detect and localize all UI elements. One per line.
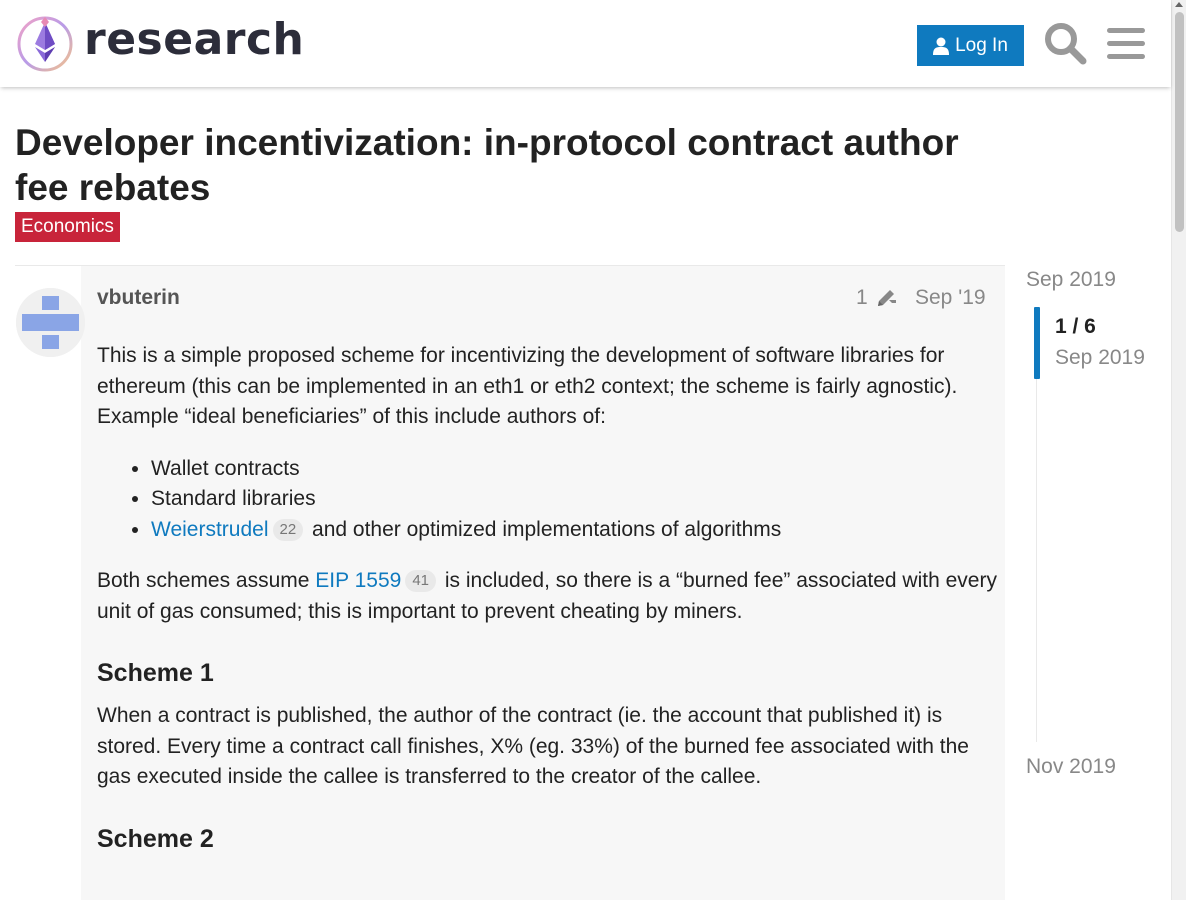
edit-count: 1 xyxy=(856,286,868,309)
topic-title[interactable]: Developer incentivization: in-protocol c… xyxy=(15,120,1005,210)
user-icon xyxy=(933,37,950,55)
page-scrollbar[interactable] xyxy=(1171,0,1186,900)
ethereum-research-logo-icon xyxy=(17,16,73,72)
post-date[interactable]: Sep '19 xyxy=(915,286,986,310)
category-badge[interactable]: Economics xyxy=(15,212,120,242)
weierstrudel-link[interactable]: Weierstrudel xyxy=(151,518,269,541)
link-click-count-badge: 22 xyxy=(272,518,304,541)
post-intro-paragraph: This is a simple proposed scheme for inc… xyxy=(97,344,958,428)
site-header: research Log In xyxy=(0,0,1171,87)
logo-text: research xyxy=(84,14,305,65)
avatar[interactable] xyxy=(16,288,85,357)
pencil-icon xyxy=(877,290,896,306)
paragraph-text: Both schemes assume xyxy=(97,569,310,592)
list-item-text: Wallet contracts xyxy=(151,456,300,480)
beneficiaries-list: Wallet contracts Standard libraries Weie… xyxy=(151,454,997,546)
site-logo[interactable]: research xyxy=(16,14,304,72)
search-button[interactable] xyxy=(1043,21,1087,65)
scroll-up-arrow-icon[interactable] xyxy=(1175,2,1183,7)
timeline-start-date[interactable]: Sep 2019 xyxy=(1026,268,1116,292)
scheme-2-heading: Scheme 2 xyxy=(97,824,214,853)
assumption-paragraph: Both schemes assume EIP 1559 41 is includ… xyxy=(97,566,997,627)
list-item: Weierstrudel22 and other optimized imple… xyxy=(151,515,997,546)
edit-history-button[interactable]: 1 xyxy=(856,286,897,310)
list-item-text: and other optimized implementations of a… xyxy=(312,517,782,541)
scrollbar-thumb[interactable] xyxy=(1175,12,1184,232)
timeline-handle[interactable] xyxy=(1034,307,1040,379)
eip-1559-link[interactable]: EIP 1559 xyxy=(315,569,401,592)
post-username[interactable]: vbuterin xyxy=(97,286,180,310)
list-item-text: Standard libraries xyxy=(151,487,316,510)
link-click-count-badge: 41 xyxy=(405,570,436,592)
menu-button[interactable] xyxy=(1106,24,1146,64)
list-item: Standard libraries xyxy=(151,484,997,515)
hamburger-menu-icon xyxy=(1107,28,1145,59)
timeline-end-date[interactable]: Nov 2019 xyxy=(1026,755,1116,779)
login-button[interactable]: Log In xyxy=(917,25,1024,66)
scheme-1-heading: Scheme 1 xyxy=(97,659,214,687)
identicon-avatar-icon xyxy=(16,288,85,357)
scheme-1-paragraph: When a contract is published, the author… xyxy=(97,704,969,788)
list-item: Wallet contracts xyxy=(151,454,997,485)
search-icon xyxy=(1045,23,1087,65)
timeline-position: 1 / 6 xyxy=(1055,315,1096,338)
post-content: This is a simple proposed scheme for inc… xyxy=(97,341,997,867)
timeline-current-date: Sep 2019 xyxy=(1055,346,1145,369)
login-label: Log In xyxy=(955,34,1008,56)
